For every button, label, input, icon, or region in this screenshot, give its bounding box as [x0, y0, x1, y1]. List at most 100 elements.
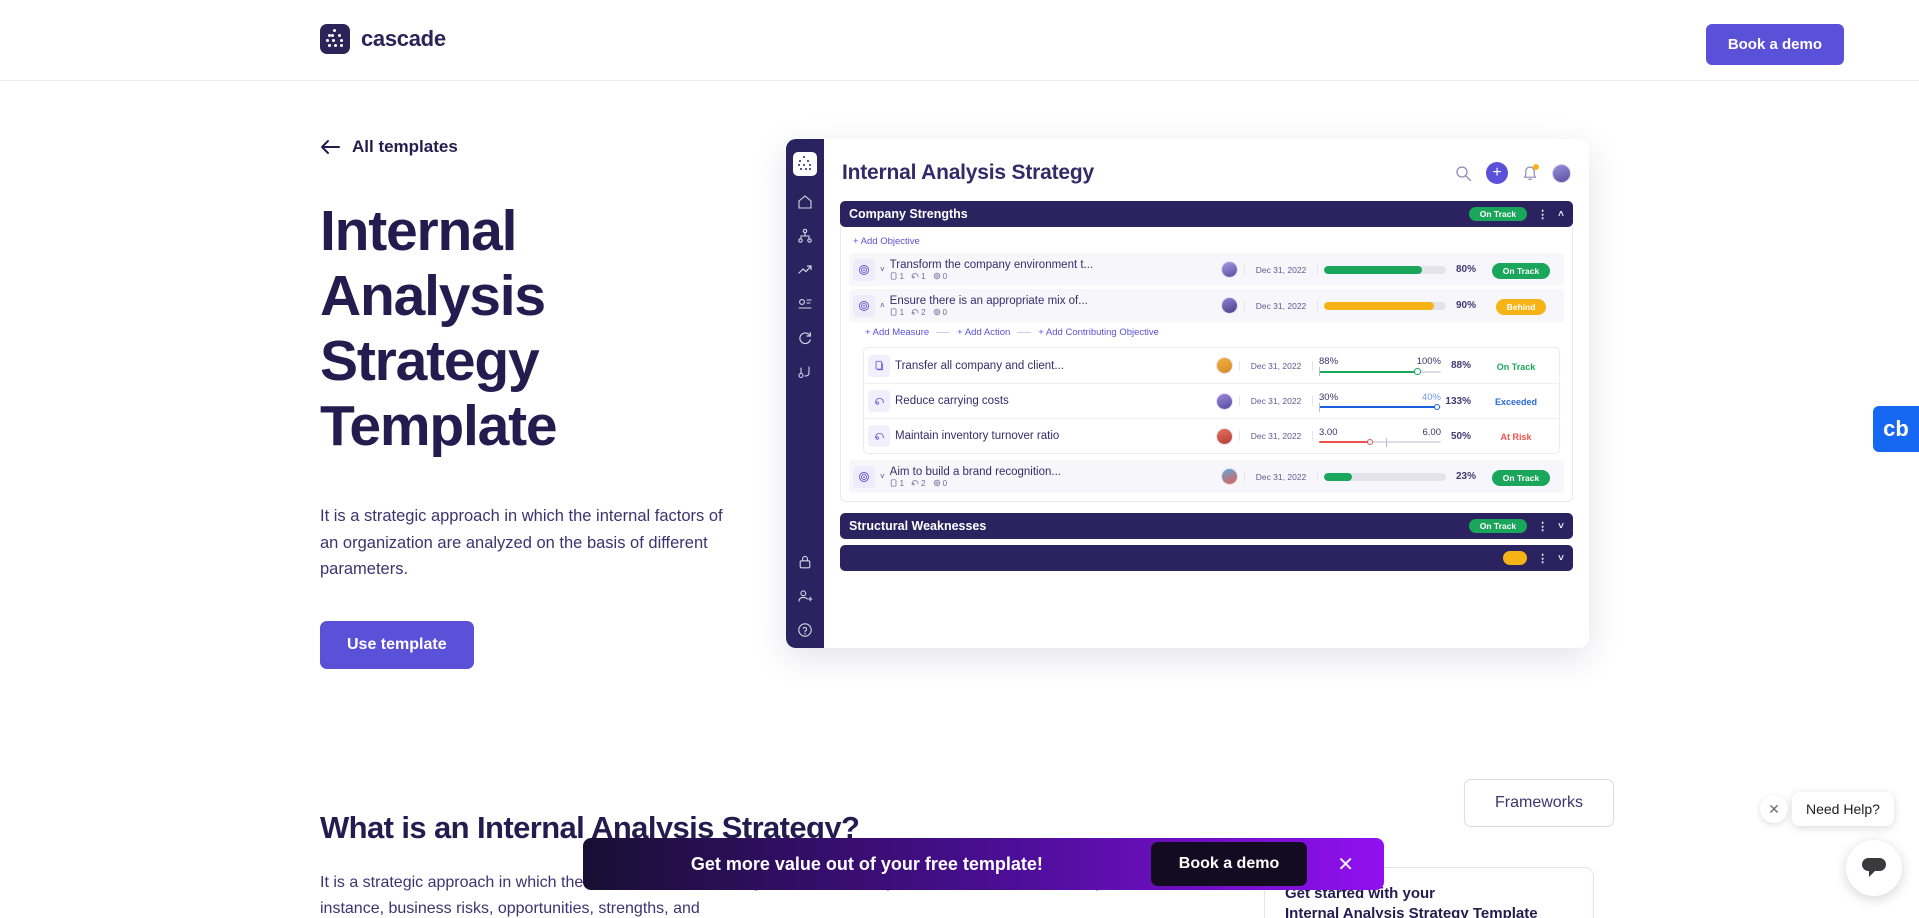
range-progress-bar: 3.00 6.00 — [1319, 426, 1442, 447]
measures-sub-card: Transfer all company and client... Dec 3… — [863, 347, 1560, 454]
row-status: Behind — [1484, 297, 1558, 315]
page-root: cascade Book a demo All templates Intern… — [0, 0, 1919, 918]
divider — [1017, 332, 1032, 333]
add-user-icon[interactable] — [797, 588, 813, 604]
cb-side-tab[interactable]: cb — [1873, 406, 1919, 452]
row-meta: 1 2 0 — [890, 308, 1221, 317]
measure-icon — [890, 272, 897, 280]
home-icon[interactable] — [797, 194, 813, 210]
row-name-cell: Transform the company environment t... 1… — [890, 259, 1221, 281]
get-started-line-2: Internal Analysis Strategy Template — [1285, 905, 1538, 918]
group-kebab-menu-icon[interactable]: ⋮ — [1537, 520, 1548, 533]
help-close-icon[interactable]: ✕ — [1760, 795, 1788, 823]
row-name-cell: Transfer all company and client... — [895, 360, 1216, 372]
refresh-icon[interactable] — [797, 330, 813, 346]
progress-bar — [1324, 301, 1446, 310]
row-meta: 1 2 0 — [890, 479, 1221, 488]
range-progress-bar: 88% 100% — [1319, 356, 1441, 376]
frameworks-button[interactable]: Frameworks — [1464, 779, 1615, 827]
sub-add-links: + Add Measure + Add Action + Add Contrib… — [849, 322, 1564, 345]
need-help-bubble[interactable]: Need Help? — [1792, 792, 1894, 826]
table-row[interactable]: ˄ Ensure there is an appropriate mix of.… — [849, 289, 1564, 322]
add-objective-link[interactable]: + Add Objective — [849, 234, 1564, 253]
measure-icon — [868, 354, 890, 377]
avatar — [1216, 427, 1233, 445]
row-name-cell: Reduce carrying costs — [895, 395, 1216, 407]
chat-launcher-button[interactable] — [1846, 840, 1902, 896]
table-row[interactable]: Reduce carrying costs Dec 31, 2022 30% 40… — [864, 383, 1559, 418]
avatar — [1221, 468, 1238, 485]
mockup-header-actions: + — [1455, 162, 1571, 184]
add-action-link[interactable]: + Add Action — [957, 327, 1010, 338]
table-row[interactable]: Transfer all company and client... Dec 3… — [864, 348, 1559, 383]
group-header-company-strengths[interactable]: Company Strengths On Track ⋮ ˄ — [840, 201, 1573, 227]
add-plus-button[interactable]: + — [1486, 162, 1508, 184]
avatar — [1216, 392, 1233, 410]
search-icon[interactable] — [1455, 165, 1472, 182]
row-progress-percent: 133% — [1445, 395, 1471, 407]
action-count: 2 — [911, 308, 926, 317]
hierarchy-icon[interactable] — [797, 228, 813, 244]
row-title: Maintain inventory turnover ratio — [895, 430, 1060, 442]
group-collapse-chevron-icon[interactable]: ˄ — [1558, 209, 1564, 220]
row-chevron-icon[interactable]: ˅ — [880, 472, 885, 481]
avatar — [1216, 357, 1233, 374]
page-title: Internal Analysis Strategy Template — [320, 199, 558, 458]
book-a-demo-button[interactable]: Book a demo — [1705, 24, 1844, 65]
row-due-date: Dec 31, 2022 — [1239, 360, 1313, 371]
add-contributing-objective-link[interactable]: + Add Contributing Objective — [1038, 327, 1159, 338]
user-avatar[interactable] — [1552, 163, 1571, 183]
add-measure-link[interactable]: + Add Measure — [865, 327, 929, 338]
group-header-structural-weaknesses[interactable]: Structural Weaknesses On Track ⋮ ˅ — [840, 513, 1573, 539]
row-title: Reduce carrying costs — [895, 395, 1009, 407]
chevron-icon-partial[interactable]: ˅ — [1558, 553, 1564, 564]
all-templates-back-link[interactable]: All templates — [320, 137, 740, 157]
group-kebab-menu-icon[interactable]: ⋮ — [1537, 208, 1548, 221]
progress-bar — [1324, 472, 1446, 481]
cb-label: cb — [1883, 416, 1909, 441]
range-to: 6.00 — [1422, 426, 1442, 438]
objective-icon — [933, 479, 940, 487]
brand-logo[interactable]: cascade — [320, 24, 446, 54]
trending-up-icon[interactable] — [797, 262, 813, 278]
chat-bubble-icon — [1862, 858, 1886, 877]
group-header-partial[interactable]: ⋮ ˅ — [840, 545, 1573, 571]
mockup-sidebar — [786, 139, 824, 648]
table-row[interactable]: Maintain inventory turnover ratio Dec 31… — [864, 418, 1559, 453]
mockup-header: Internal Analysis Strategy + — [840, 153, 1573, 201]
range-from: 30% — [1319, 391, 1339, 403]
row-due-date: Dec 31, 2022 — [1239, 396, 1313, 406]
close-icon[interactable]: ✕ — [1333, 852, 1358, 877]
table-row[interactable]: ˅ Transform the company environment t...… — [849, 253, 1564, 286]
table-row[interactable]: ˅ Aim to build a brand recognition... 1 … — [849, 460, 1564, 493]
target-icon — [853, 294, 875, 317]
row-chevron-icon[interactable]: ˅ — [880, 265, 885, 274]
action-icon — [868, 390, 890, 412]
group-expand-chevron-icon[interactable]: ˅ — [1558, 521, 1564, 532]
notifications-bell-icon[interactable] — [1522, 163, 1539, 182]
notification-dot — [1533, 163, 1539, 170]
row-chevron-icon[interactable]: ˄ — [880, 301, 885, 310]
banner-book-a-demo-button[interactable]: Book a demo — [1150, 842, 1308, 886]
row-due-date: Dec 31, 2022 — [1244, 264, 1318, 275]
objective-icon — [933, 308, 940, 316]
help-circle-icon[interactable] — [797, 622, 813, 638]
hero-left-column: All templates Internal Analysis Strategy… — [320, 137, 740, 670]
brand-name: cascade — [361, 26, 446, 51]
row-status: On Track — [1484, 468, 1558, 486]
journey-icon[interactable] — [797, 364, 813, 380]
group-status-badge: On Track — [1468, 518, 1528, 534]
kebab-icon-partial[interactable]: ⋮ — [1537, 552, 1548, 565]
avatar — [1221, 297, 1238, 314]
row-due-date: Dec 31, 2022 — [1239, 431, 1313, 441]
use-template-button[interactable]: Use template — [320, 621, 474, 670]
range-from: 88% — [1319, 356, 1339, 367]
row-status: On Track — [1496, 361, 1536, 372]
range-progress-bar: 30% 40% — [1319, 391, 1441, 412]
group-body-company-strengths: + Add Objective ˅ Transform the company … — [840, 227, 1573, 502]
row-name-cell: Aim to build a brand recognition... 1 2 … — [890, 466, 1221, 488]
row-name-cell: Maintain inventory turnover ratio — [895, 430, 1216, 442]
group-name: Structural Weaknesses — [849, 519, 987, 533]
lock-icon[interactable] — [797, 554, 813, 570]
dashboard-icon[interactable] — [797, 296, 813, 312]
